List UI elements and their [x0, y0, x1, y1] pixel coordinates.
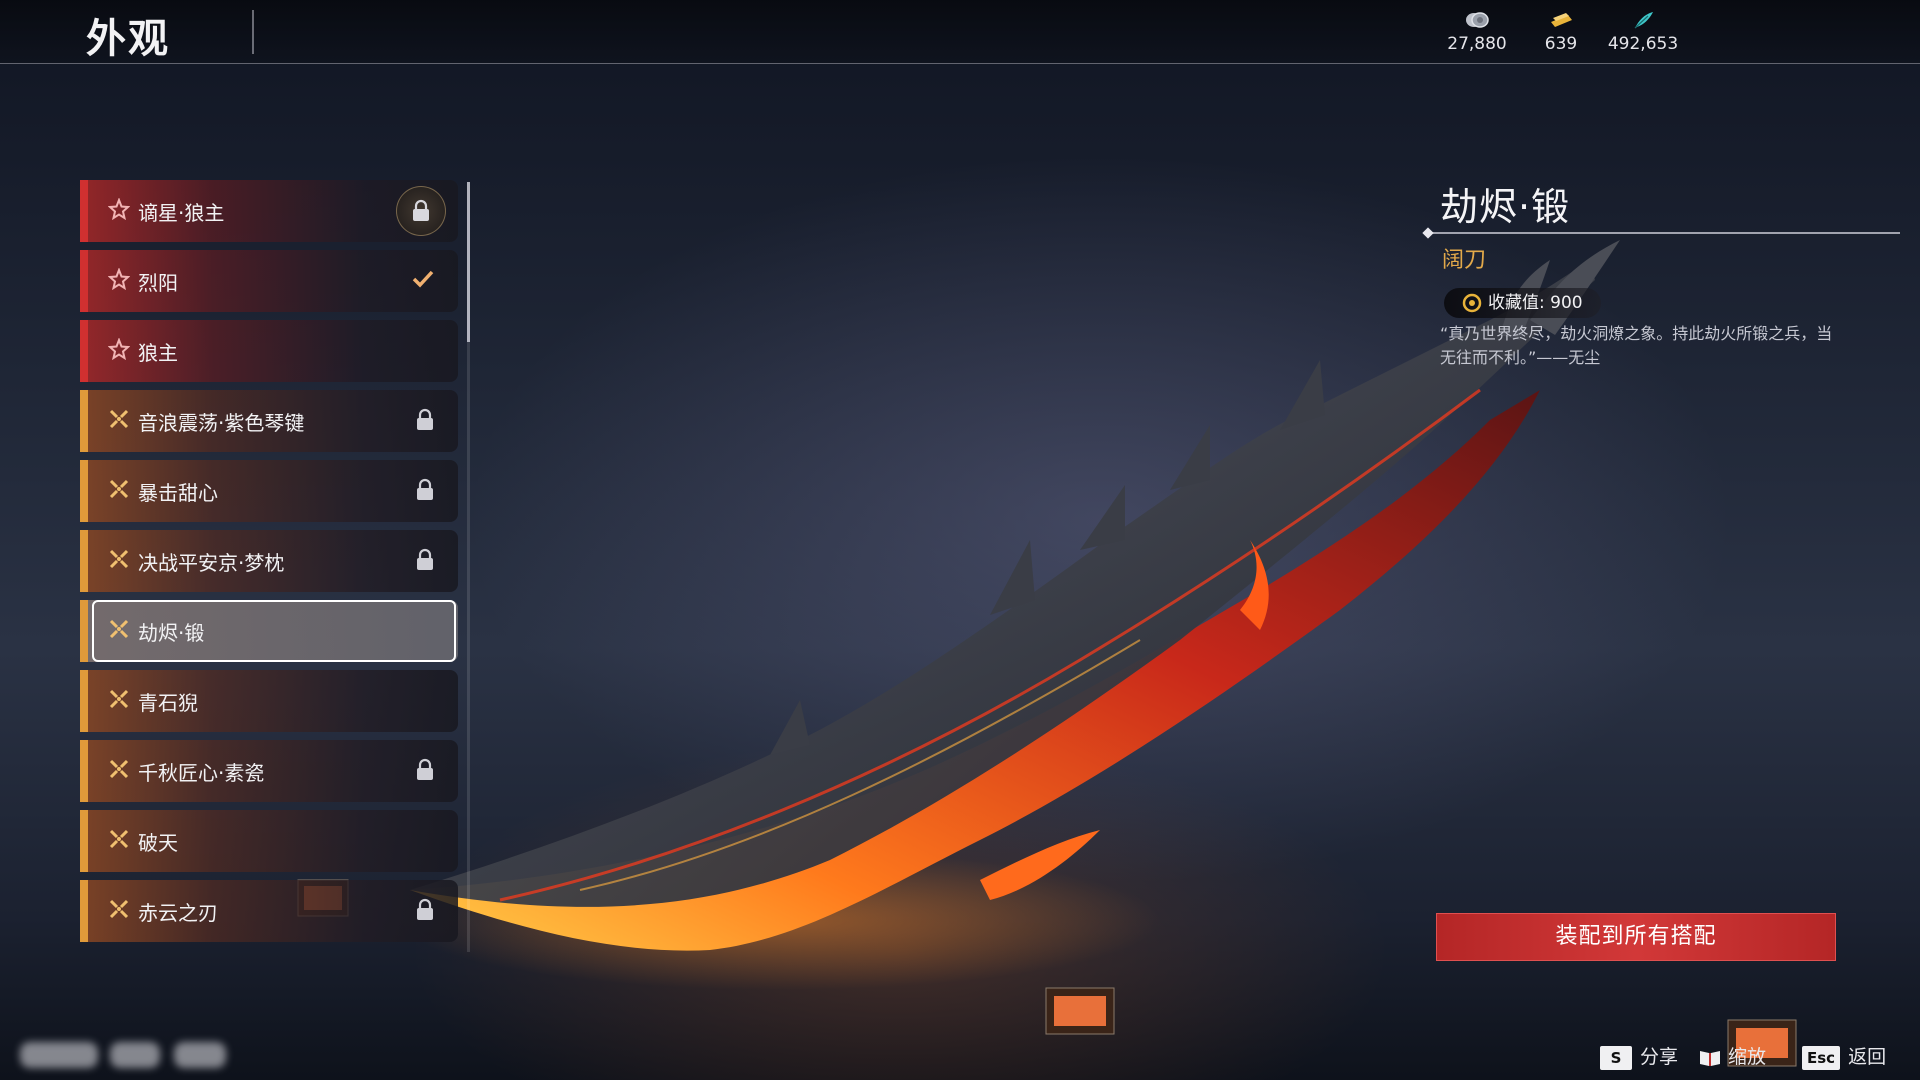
rarity-edge [80, 880, 88, 942]
zoom-hint[interactable]: 缩放 [1698, 1043, 1766, 1071]
rarity-edge [80, 670, 88, 732]
item-label: 谪星·狼主 [138, 201, 225, 225]
gold-ticket-icon [1551, 13, 1572, 27]
back-label: 返回 [1848, 1046, 1887, 1068]
list-item[interactable]: 破天 [80, 810, 458, 872]
lock-badge [396, 186, 446, 236]
flower-rarity-icon [109, 759, 129, 779]
list-item-selected[interactable]: 劫烬·锻 [80, 600, 458, 662]
flower-rarity-icon [109, 689, 129, 709]
flower-rarity-icon [109, 829, 129, 849]
item-label: 青石猊 [138, 691, 198, 715]
currency-coins: 27,880 [1432, 10, 1522, 54]
equip-all-button[interactable]: 装配到所有搭配 [1436, 913, 1836, 961]
coin-stack-icon [1466, 12, 1489, 28]
feathers-value: 492,653 [1607, 34, 1679, 54]
rarity-edge [80, 250, 88, 312]
skin-list: 谪星·狼主 烈阳 狼主 音浪震荡·紫色琴键 暴击甜心 决战平安京·梦枕 劫烬·锻… [80, 180, 460, 950]
coins-value: 27,880 [1447, 34, 1507, 54]
star-rarity-icon [108, 198, 130, 220]
collection-icon [1462, 293, 1482, 313]
list-item[interactable]: 音浪震荡·紫色琴键 [80, 390, 458, 452]
flower-rarity-icon [109, 899, 129, 919]
feather-icon [1634, 12, 1653, 29]
item-label: 破天 [138, 831, 178, 855]
star-rarity-icon [108, 338, 130, 360]
currency-tickets: 639 [1516, 10, 1606, 54]
collection-number: 900 [1550, 293, 1583, 313]
key-esc: Esc [1802, 1045, 1841, 1070]
lock-icon [417, 548, 433, 570]
list-item[interactable]: 谪星·狼主 [80, 180, 458, 242]
list-item[interactable]: 烈阳 [80, 250, 458, 312]
rarity-edge [80, 320, 88, 382]
flower-rarity-icon [109, 549, 129, 569]
skin-description: “真乃世界终尽，劫火洞燎之象。持此劫火所锻之兵，当无往而不利。”——无尘 [1440, 324, 1833, 367]
list-item[interactable]: 赤云之刃 [80, 880, 458, 942]
back-hint[interactable]: Esc 返回 [1802, 1043, 1886, 1071]
weapon-type: 阔刀 [1442, 248, 1487, 273]
rarity-edge [80, 530, 88, 592]
item-label: 狼主 [138, 341, 178, 365]
rarity-edge [80, 740, 88, 802]
rarity-edge [80, 180, 88, 242]
item-label: 决战平安京·梦枕 [138, 551, 285, 575]
key-s: S [1600, 1045, 1632, 1070]
title-divider [252, 10, 254, 54]
lock-icon [413, 199, 429, 221]
rarity-edge [80, 390, 88, 452]
blurred-info [174, 1042, 226, 1068]
list-item[interactable]: 决战平安京·梦枕 [80, 530, 458, 592]
list-item[interactable]: 千秋匠心·素瓷 [80, 740, 458, 802]
page-title: 外观 [86, 16, 170, 62]
star-rarity-icon [108, 268, 130, 290]
share-label: 分享 [1640, 1046, 1679, 1068]
item-label: 暴击甜心 [138, 481, 218, 505]
flower-rarity-icon [109, 619, 129, 639]
item-label: 千秋匠心·素瓷 [138, 761, 265, 785]
list-item[interactable]: 狼主 [80, 320, 458, 382]
lock-icon [417, 898, 433, 920]
top-bar: 外观 27,880 639 492,653 [0, 0, 1920, 64]
lock-icon [417, 478, 433, 500]
list-scrollbar-thumb[interactable] [467, 182, 470, 342]
blurred-info [110, 1042, 160, 1068]
blurred-info [20, 1042, 98, 1068]
zoom-label: 缩放 [1728, 1046, 1767, 1068]
item-label: 烈阳 [138, 271, 178, 295]
book-icon [1700, 1050, 1720, 1066]
collection-label: 收藏值: [1488, 293, 1545, 313]
collection-value-badge: 收藏值: 900 [1444, 288, 1601, 318]
flower-rarity-icon [109, 409, 129, 429]
item-label: 音浪震荡·紫色琴键 [138, 411, 305, 435]
lantern-icon [1045, 987, 1115, 1035]
item-label: 劫烬·锻 [138, 621, 205, 645]
flower-rarity-icon [109, 479, 129, 499]
underline-ornament [1422, 227, 1434, 239]
lock-icon [417, 758, 433, 780]
top-bar-divider [0, 63, 1920, 64]
rarity-edge [80, 600, 88, 662]
rarity-edge [80, 460, 88, 522]
list-item[interactable]: 青石猊 [80, 670, 458, 732]
checkmark-icon [412, 270, 434, 288]
name-underline [1428, 232, 1900, 234]
lock-icon [417, 408, 433, 430]
rarity-edge [80, 810, 88, 872]
currency-feathers: 492,653 [1598, 10, 1688, 54]
list-item[interactable]: 暴击甜心 [80, 460, 458, 522]
item-label: 赤云之刃 [138, 901, 218, 925]
skin-name: 劫烬·锻 [1440, 185, 1571, 229]
share-hint[interactable]: S 分享 [1600, 1043, 1678, 1071]
tickets-value: 639 [1544, 34, 1578, 54]
